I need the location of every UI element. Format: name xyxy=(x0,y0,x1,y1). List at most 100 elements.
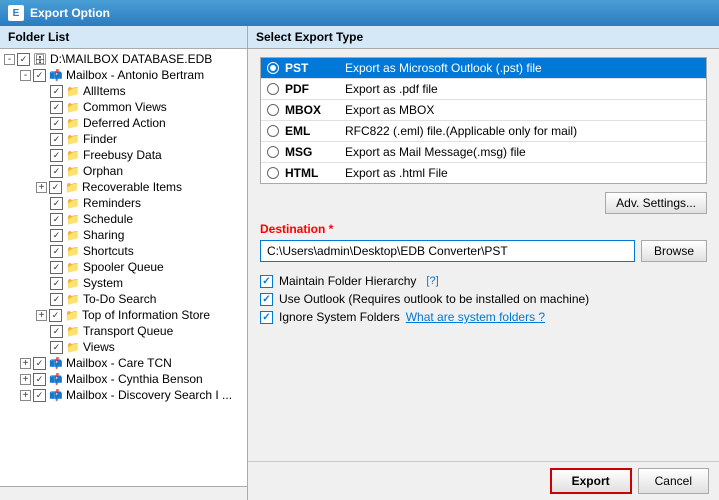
option-checkbox-use-outlook[interactable] xyxy=(260,293,273,306)
expander[interactable] xyxy=(36,117,48,129)
expander[interactable]: - xyxy=(4,54,15,65)
tree-item-mailbox-cynthia[interactable]: +📫Mailbox - Cynthia Benson xyxy=(0,371,247,387)
folder-checkbox[interactable] xyxy=(50,197,63,210)
folder-checkbox[interactable] xyxy=(49,309,62,322)
expander[interactable] xyxy=(36,261,48,273)
folder-icon: 📁 xyxy=(65,197,81,209)
option-label-maintain-hierarchy: Maintain Folder Hierarchy xyxy=(279,274,416,288)
export-row-eml[interactable]: EMLRFC822 (.eml) file.(Applicable only f… xyxy=(261,121,706,142)
expander[interactable] xyxy=(36,133,48,145)
tree-item-finder[interactable]: 📁Finder xyxy=(0,131,247,147)
radio-pst[interactable] xyxy=(267,62,279,74)
export-row-mbox[interactable]: MBOXExport as MBOX xyxy=(261,100,706,121)
tree-item-schedule[interactable]: 📁Schedule xyxy=(0,211,247,227)
radio-html[interactable] xyxy=(267,167,279,179)
export-button[interactable]: Export xyxy=(550,468,632,494)
tree-item-todosearch[interactable]: 📁To-Do Search xyxy=(0,291,247,307)
export-row-msg[interactable]: MSGExport as Mail Message(.msg) file xyxy=(261,142,706,163)
radio-eml[interactable] xyxy=(267,125,279,137)
adv-settings-button[interactable]: Adv. Settings... xyxy=(605,192,707,214)
expander[interactable]: + xyxy=(36,310,47,321)
tree-item-views[interactable]: 📁Views xyxy=(0,339,247,355)
folder-icon: 📁 xyxy=(65,229,81,241)
folder-checkbox[interactable] xyxy=(33,373,46,386)
folder-checkbox[interactable] xyxy=(50,117,63,130)
destination-input[interactable] xyxy=(260,240,635,262)
tree-item-topofinfo[interactable]: +📁Top of Information Store xyxy=(0,307,247,323)
expander[interactable] xyxy=(36,341,48,353)
expander[interactable]: + xyxy=(20,374,31,385)
folder-checkbox[interactable] xyxy=(50,213,63,226)
folder-checkbox[interactable] xyxy=(33,69,46,82)
folder-checkbox[interactable] xyxy=(50,229,63,242)
qmark-maintain-hierarchy[interactable]: [?] xyxy=(426,275,438,287)
tree-item-shortcuts[interactable]: 📁Shortcuts xyxy=(0,243,247,259)
folder-checkbox[interactable] xyxy=(17,53,30,66)
expander[interactable] xyxy=(36,101,48,113)
radio-mbox[interactable] xyxy=(267,104,279,116)
option-link-ignore-system[interactable]: What are system folders ? xyxy=(406,310,545,324)
tree-item-recoverableitems[interactable]: +📁Recoverable Items xyxy=(0,179,247,195)
folder-checkbox[interactable] xyxy=(50,277,63,290)
expander[interactable]: + xyxy=(20,390,31,401)
tree-item-orphan[interactable]: 📁Orphan xyxy=(0,163,247,179)
tree-item-allitems[interactable]: 📁AllItems xyxy=(0,83,247,99)
expander[interactable] xyxy=(36,197,48,209)
expander[interactable]: - xyxy=(20,70,31,81)
folder-checkbox[interactable] xyxy=(50,85,63,98)
export-row-pdf[interactable]: PDFExport as .pdf file xyxy=(261,79,706,100)
browse-button[interactable]: Browse xyxy=(641,240,707,262)
folder-checkbox[interactable] xyxy=(50,341,63,354)
tree-item-mailbox-discovery[interactable]: +📫Mailbox - Discovery Search I ... xyxy=(0,387,247,403)
folder-checkbox[interactable] xyxy=(50,165,63,178)
expander[interactable] xyxy=(36,229,48,241)
export-row-html[interactable]: HTMLExport as .html File xyxy=(261,163,706,183)
expander[interactable] xyxy=(36,149,48,161)
folder-checkbox[interactable] xyxy=(33,357,46,370)
tree-item-transportqueue[interactable]: 📁Transport Queue xyxy=(0,323,247,339)
expander[interactable] xyxy=(36,213,48,225)
folder-label: To-Do Search xyxy=(83,292,156,306)
folder-checkbox[interactable] xyxy=(50,293,63,306)
folder-checkbox[interactable] xyxy=(49,181,62,194)
radio-pdf[interactable] xyxy=(267,83,279,95)
folder-checkbox[interactable] xyxy=(50,325,63,338)
folder-checkbox[interactable] xyxy=(50,101,63,114)
folder-checkbox[interactable] xyxy=(33,389,46,402)
folder-checkbox[interactable] xyxy=(50,149,63,162)
folder-checkbox[interactable] xyxy=(50,133,63,146)
export-row-pst[interactable]: PSTExport as Microsoft Outlook (.pst) fi… xyxy=(261,58,706,79)
bottom-bar: Export Cancel xyxy=(248,461,719,500)
tree-item-mailbox-caretcn[interactable]: +📫Mailbox - Care TCN xyxy=(0,355,247,371)
folder-label: System xyxy=(83,276,123,290)
option-checkbox-maintain-hierarchy[interactable] xyxy=(260,275,273,288)
folder-tree: -🗄D:\MAILBOX DATABASE.EDB-📫Mailbox - Ant… xyxy=(0,49,247,486)
tree-item-system[interactable]: 📁System xyxy=(0,275,247,291)
tree-item-root[interactable]: -🗄D:\MAILBOX DATABASE.EDB xyxy=(0,51,247,67)
cancel-button[interactable]: Cancel xyxy=(638,468,709,494)
tree-item-reminders[interactable]: 📁Reminders xyxy=(0,195,247,211)
tree-item-deferredaction[interactable]: 📁Deferred Action xyxy=(0,115,247,131)
tree-item-mailbox-antonio[interactable]: -📫Mailbox - Antonio Bertram xyxy=(0,67,247,83)
export-type-name: MSG xyxy=(285,145,345,159)
folder-icon: 📁 xyxy=(65,325,81,337)
expander[interactable]: + xyxy=(36,182,47,193)
expander[interactable] xyxy=(36,293,48,305)
option-checkbox-ignore-system[interactable] xyxy=(260,311,273,324)
expander[interactable] xyxy=(36,245,48,257)
expander[interactable] xyxy=(36,325,48,337)
expander[interactable] xyxy=(36,277,48,289)
expander[interactable] xyxy=(36,165,48,177)
tree-item-sharing[interactable]: 📁Sharing xyxy=(0,227,247,243)
folder-checkbox[interactable] xyxy=(50,245,63,258)
horizontal-scrollbar[interactable] xyxy=(0,486,247,500)
tree-item-freebusydata[interactable]: 📁Freebusy Data xyxy=(0,147,247,163)
expander[interactable]: + xyxy=(20,358,31,369)
tree-item-commonviews[interactable]: 📁Common Views xyxy=(0,99,247,115)
radio-msg[interactable] xyxy=(267,146,279,158)
tree-item-spoolerqueue[interactable]: 📁Spooler Queue xyxy=(0,259,247,275)
folder-checkbox[interactable] xyxy=(50,261,63,274)
expander[interactable] xyxy=(36,85,48,97)
folder-label: Recoverable Items xyxy=(82,180,182,194)
folder-label: Freebusy Data xyxy=(83,148,162,162)
